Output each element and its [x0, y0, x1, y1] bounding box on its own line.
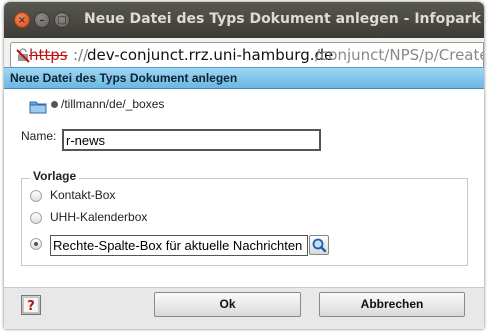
dialog-header: Neue Datei des Typs Dokument anlegen [4, 67, 484, 89]
minimize-window-button[interactable]: – [34, 12, 50, 28]
svg-text:?: ? [27, 299, 35, 314]
url-separator: :// [73, 46, 89, 64]
url-bar[interactable]: https :// dev-conjunct.rrz.uni-hamburg.d… [10, 42, 484, 68]
url-path: /conjunct/NPS/p/CreateO [315, 46, 484, 64]
url-host: dev-conjunct.rrz.uni-hamburg.de [87, 46, 334, 64]
ok-button[interactable]: Ok [154, 292, 301, 317]
magnifier-icon [312, 238, 327, 253]
title-bar[interactable]: × – □ Neue Datei des Typs Dokument anleg… [4, 2, 484, 38]
dialog-content: /tillmann/de/_boxes Name: Vorlage Kontak… [4, 89, 484, 287]
template-legend: Vorlage [30, 169, 80, 183]
close-window-button[interactable]: × [14, 12, 30, 28]
radio-rechte-spalte-box[interactable] [30, 238, 42, 250]
url-scheme: https [29, 46, 68, 64]
cancel-button[interactable]: Abbrechen [319, 292, 465, 317]
radio-label-kontakt-box[interactable]: Kontakt-Box [50, 188, 115, 202]
dialog-window: × – □ Neue Datei des Typs Dokument anleg… [4, 2, 484, 329]
maximize-window-button[interactable]: □ [54, 12, 70, 28]
path-bullet [51, 101, 58, 108]
dialog-footer: ? Ok Abbrechen [4, 287, 484, 329]
template-selection-field[interactable]: Rechte-Spalte-Box für aktuelle Nachricht… [50, 235, 308, 256]
radio-uhh-kalenderbox[interactable] [30, 212, 42, 224]
template-search-button[interactable] [309, 235, 329, 255]
folder-icon[interactable] [29, 100, 47, 114]
radio-kontakt-box[interactable] [30, 190, 42, 202]
help-icon: ? [22, 296, 40, 314]
help-button[interactable]: ? [21, 295, 41, 315]
radio-label-uhh-kalenderbox[interactable]: UHH-Kalenderbox [50, 210, 147, 224]
window-title: Neue Datei des Typs Dokument anlegen - I… [84, 11, 481, 27]
name-input[interactable] [62, 129, 321, 151]
name-label: Name: [21, 129, 57, 143]
folder-path: /tillmann/de/_boxes [61, 97, 165, 111]
dialog-header-title: Neue Datei des Typs Dokument anlegen [10, 71, 238, 85]
